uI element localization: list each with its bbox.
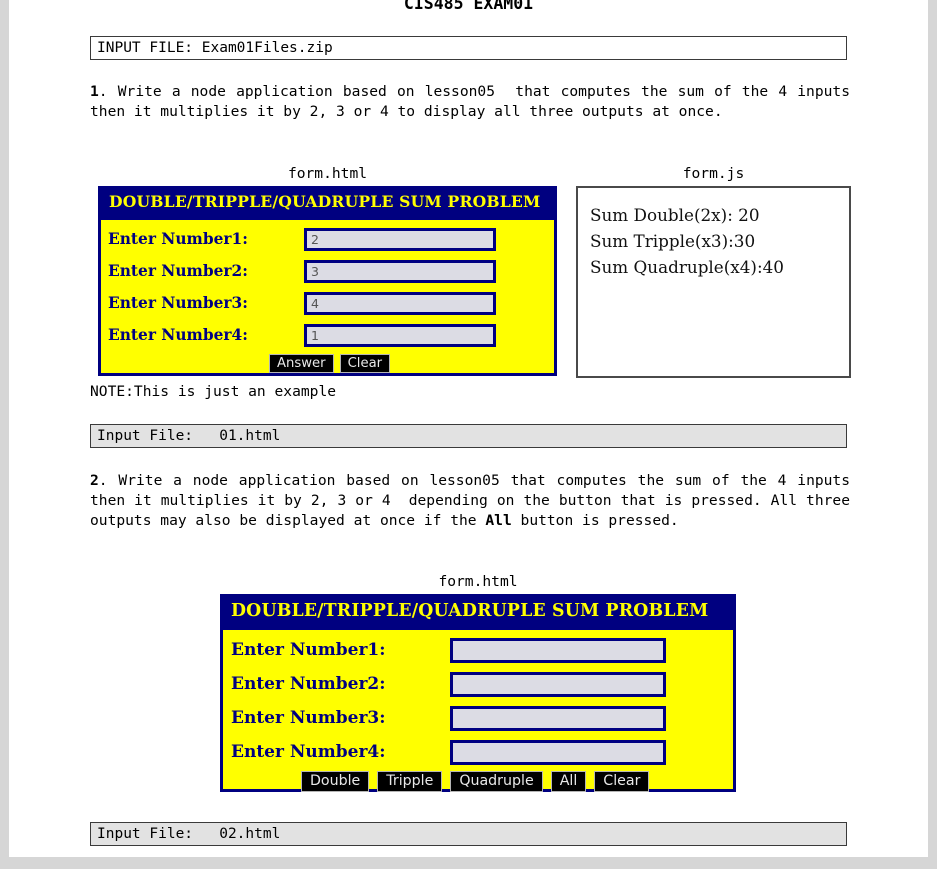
- form1-button-row: Answer Clear: [101, 354, 554, 373]
- output-line-sum-quadruple: Sum Quadruple(x4):40: [590, 257, 784, 277]
- form2-label-number3: Enter Number3:: [231, 708, 386, 728]
- form1-row-1: Enter Number1: 2: [101, 223, 554, 255]
- form1-label-number3: Enter Number3:: [108, 294, 248, 312]
- page-title: CIS485 EXAM01: [403, 0, 534, 13]
- tripple-button[interactable]: Tripple: [377, 771, 443, 792]
- form1-header: DOUBLE/TRIPPLE/QUADRUPLE SUM PROBLEM: [101, 189, 554, 220]
- caption-form-html-1: form.html: [287, 165, 368, 182]
- input-file-bar-01: Input File: 01.html: [90, 424, 847, 448]
- sum-form-widget-2: DOUBLE/TRIPPLE/QUADRUPLE SUM PROBLEM Ent…: [220, 594, 736, 792]
- question-1-number: 1: [90, 83, 99, 100]
- document-page: CIS485 EXAM01 INPUT FILE: Exam01Files.zi…: [9, 0, 928, 857]
- form1-row-4: Enter Number4: 1: [101, 319, 554, 351]
- form1-label-number4: Enter Number4:: [108, 326, 248, 344]
- form1-label-number1: Enter Number1:: [108, 230, 248, 248]
- form2-button-row: Double Tripple Quadruple All Clear: [223, 771, 733, 792]
- form2-row-3: Enter Number3:: [223, 701, 733, 735]
- input-file-bar-top: INPUT FILE: Exam01Files.zip: [90, 36, 847, 60]
- question-1-text: 1. Write a node application based on les…: [90, 82, 850, 122]
- form2-input-number1[interactable]: [450, 637, 666, 663]
- form2-input-number4[interactable]: [450, 739, 666, 765]
- question-2-body-part1: . Write a node application based on less…: [90, 472, 859, 530]
- question-2-bold-all: All: [485, 512, 512, 530]
- form2-row-1: Enter Number1:: [223, 633, 733, 667]
- form2-label-number2: Enter Number2:: [231, 674, 386, 694]
- caption-form-js: form.js: [682, 165, 745, 182]
- answer-button[interactable]: Answer: [269, 354, 334, 373]
- form1-row-2: Enter Number2: 3: [101, 255, 554, 287]
- form1-row-3: Enter Number3: 4: [101, 287, 554, 319]
- quadruple-button[interactable]: Quadruple: [450, 771, 543, 792]
- form2-input-number2[interactable]: [450, 671, 666, 697]
- caption-form-html-2: form.html: [438, 573, 518, 590]
- form-js-output-panel: Sum Double(2x): 20 Sum Tripple(x3):30 Su…: [576, 186, 851, 378]
- double-button[interactable]: Double: [301, 771, 370, 792]
- question-2-text: 2. Write a node application based on les…: [90, 471, 850, 532]
- question-1-body: . Write a node application based on less…: [90, 83, 859, 121]
- form1-label-number2: Enter Number2:: [108, 262, 248, 280]
- form2-row-2: Enter Number2:: [223, 667, 733, 701]
- form2-input-number3[interactable]: [450, 705, 666, 731]
- form2-row-4: Enter Number4:: [223, 735, 733, 769]
- clear-button[interactable]: Clear: [339, 354, 391, 373]
- question-2-body-part2: button is pressed.: [511, 512, 679, 530]
- form1-input-number2[interactable]: 3: [304, 259, 496, 283]
- form1-input-number4[interactable]: 1: [304, 323, 496, 347]
- form2-rows: Enter Number1: Enter Number2: Enter Numb…: [223, 630, 733, 792]
- form2-label-number1: Enter Number1:: [231, 640, 386, 660]
- form2-header: DOUBLE/TRIPPLE/QUADRUPLE SUM PROBLEM: [223, 597, 733, 630]
- form1-input-number3[interactable]: 4: [304, 291, 496, 315]
- output-line-sum-double: Sum Double(2x): 20: [590, 205, 760, 225]
- input-file-bar-02: Input File: 02.html: [90, 822, 847, 846]
- output-line-sum-tripple: Sum Tripple(x3):30: [590, 231, 756, 251]
- clear-button-2[interactable]: Clear: [594, 771, 650, 792]
- example-note: NOTE:This is just an example: [90, 383, 337, 400]
- form1-input-number1[interactable]: 2: [304, 227, 496, 251]
- form2-label-number4: Enter Number4:: [231, 742, 386, 762]
- question-2-number: 2: [90, 472, 99, 489]
- all-button[interactable]: All: [550, 771, 587, 792]
- sum-form-widget-1: DOUBLE/TRIPPLE/QUADRUPLE SUM PROBLEM Ent…: [98, 186, 557, 376]
- form1-rows: Enter Number1: 2 Enter Number2: 3 Enter …: [101, 220, 554, 373]
